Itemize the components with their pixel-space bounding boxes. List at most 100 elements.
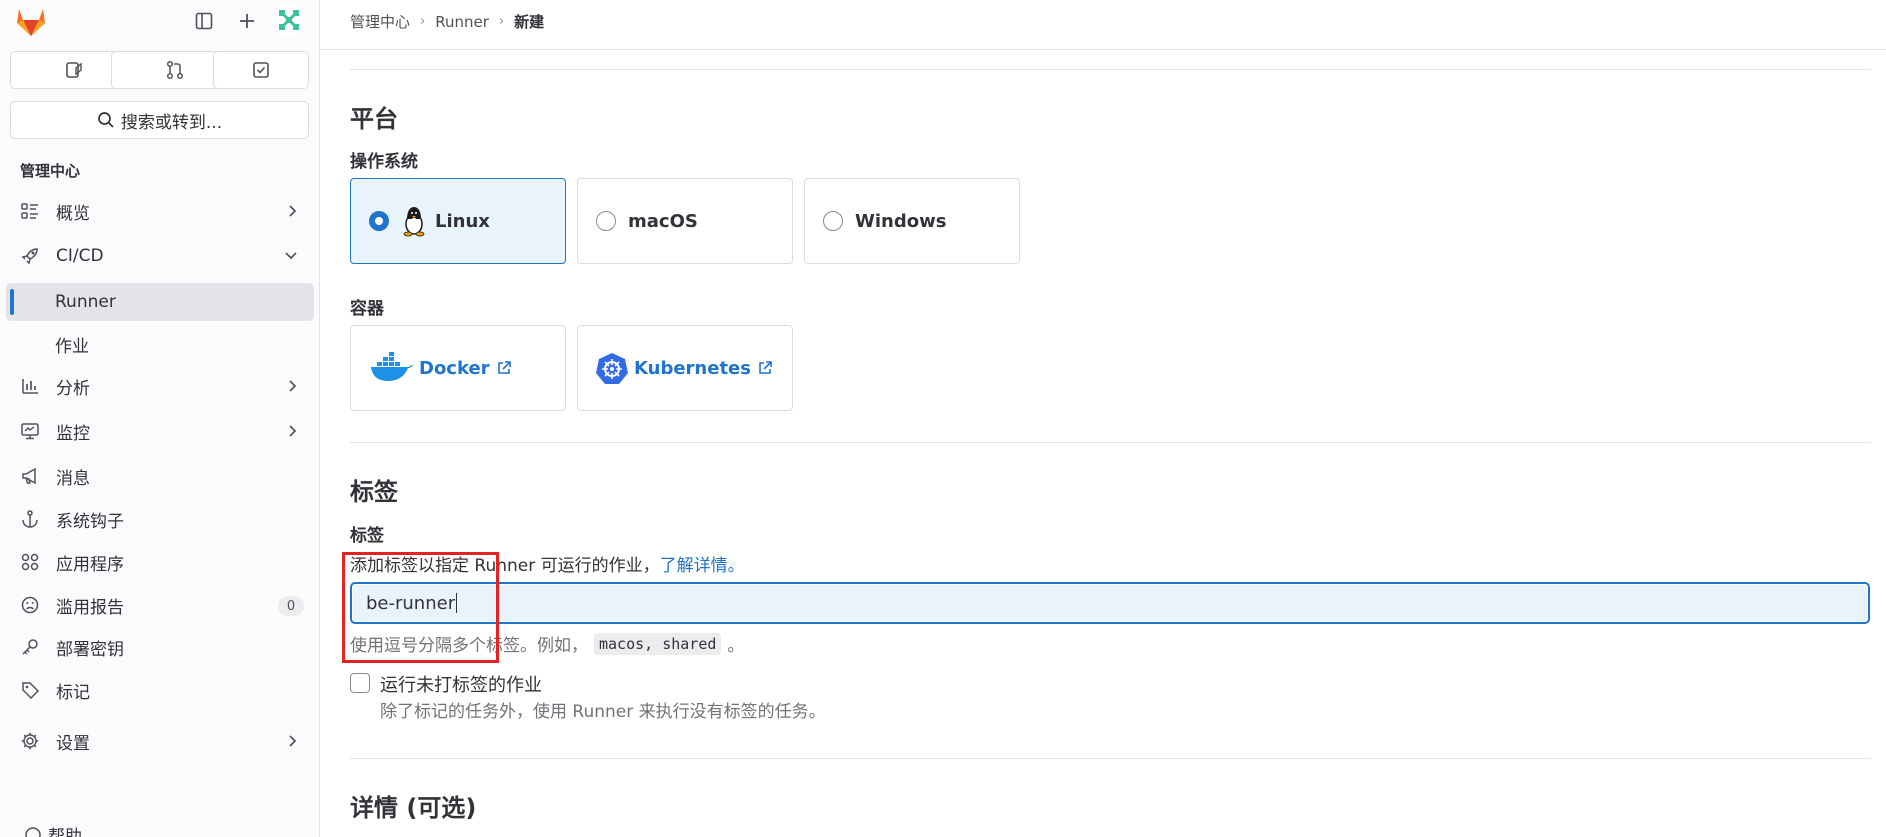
breadcrumb-admin[interactable]: 管理中心 xyxy=(350,11,410,32)
chevron-right-icon xyxy=(286,377,300,400)
divider xyxy=(350,69,1870,70)
os-option-windows[interactable]: Windows xyxy=(804,178,1020,264)
os-option-macos[interactable]: macOS xyxy=(577,178,793,264)
chevron-right-icon: › xyxy=(498,14,505,29)
os-label: 操作系统 xyxy=(350,152,418,172)
container-option-kubernetes[interactable]: Kubernetes xyxy=(577,325,793,411)
key-icon xyxy=(19,636,41,658)
count-badge: 0 xyxy=(278,596,304,616)
help-icon xyxy=(25,826,41,837)
container-option-docker[interactable]: Docker xyxy=(350,325,566,411)
sidebar-item-abuse-reports[interactable]: 滥用报告 0 xyxy=(6,586,314,624)
breadcrumb-runner[interactable]: Runner xyxy=(435,13,489,31)
anchor-icon xyxy=(19,508,41,530)
sidebar-item-label: 监控 xyxy=(56,423,90,444)
frown-icon xyxy=(19,594,41,616)
top-bar: 管理中心 › Runner › 新建 xyxy=(320,0,1886,50)
sidebar-item-jobs[interactable]: 作业 xyxy=(6,325,314,363)
plus-icon[interactable] xyxy=(234,8,260,34)
bullhorn-icon xyxy=(19,465,41,487)
sidebar-item-label: 部署密钥 xyxy=(56,639,124,660)
sidebar-item-labels[interactable]: 标记 xyxy=(6,671,314,709)
os-option-label: Linux xyxy=(435,210,490,232)
external-link-icon xyxy=(759,361,772,374)
radio-button[interactable] xyxy=(823,211,843,231)
sidebar-item-label: 应用程序 xyxy=(56,554,124,575)
tags-field-label: 标签 xyxy=(350,526,384,546)
divider xyxy=(350,758,1870,759)
sidebar-toggle-icon[interactable] xyxy=(191,8,217,34)
container-option-label: Kubernetes xyxy=(634,357,751,379)
platform-heading: 平台 xyxy=(350,105,398,133)
tags-hint-example: macos, shared xyxy=(594,632,722,655)
sidebar-item-label: 消息 xyxy=(56,468,90,489)
os-option-linux[interactable]: Linux xyxy=(350,178,566,264)
applications-icon xyxy=(19,551,41,573)
tags-input[interactable]: be-runner xyxy=(350,582,1870,624)
chevron-right-icon xyxy=(286,732,300,755)
details-heading: 详情 (可选) xyxy=(350,794,477,822)
chart-icon xyxy=(19,375,41,397)
chevron-right-icon xyxy=(286,202,300,225)
os-option-label: Windows xyxy=(855,210,947,232)
sidebar-item-label: CI/CD xyxy=(56,246,104,266)
label-icon xyxy=(19,679,41,701)
sidebar-item-overview[interactable]: 概览 xyxy=(6,192,314,230)
sidebar-item-applications[interactable]: 应用程序 xyxy=(6,543,314,581)
sidebar-item-label: 设置 xyxy=(56,733,90,754)
search-icon xyxy=(98,112,114,128)
chevron-right-icon xyxy=(286,422,300,445)
sidebar-item-system-hooks[interactable]: 系统钩子 xyxy=(6,500,314,538)
learn-more-link[interactable]: 了解详情。 xyxy=(660,556,745,576)
help-link[interactable]: 帮助 xyxy=(24,822,82,837)
kubernetes-link[interactable]: Kubernetes xyxy=(596,352,773,384)
sidebar-item-analytics[interactable]: 分析 xyxy=(6,367,314,405)
gitlab-logo-icon[interactable] xyxy=(13,3,49,39)
avatar[interactable] xyxy=(273,4,305,36)
annotation-highlight-box xyxy=(342,552,499,663)
docker-link[interactable]: Docker xyxy=(369,352,512,384)
sidebar-item-label: 作业 xyxy=(55,336,89,357)
help-label: 帮助 xyxy=(48,827,82,837)
chevron-right-icon: › xyxy=(420,14,426,29)
container-label: 容器 xyxy=(350,299,384,319)
sidebar-item-cicd[interactable]: CI/CD xyxy=(6,237,314,275)
docker-whale-icon xyxy=(371,352,413,381)
breadcrumb-current: 新建 xyxy=(514,13,545,31)
gear-icon xyxy=(19,730,41,752)
merge-request-icon xyxy=(166,60,184,80)
sidebar-item-settings[interactable]: 设置 xyxy=(6,722,314,760)
os-option-label: macOS xyxy=(628,210,698,232)
run-untagged-help: 除了标记的任务外，使用 Runner 来执行没有标签的任务。 xyxy=(380,702,826,722)
sidebar-item-deploy-keys[interactable]: 部署密钥 xyxy=(6,628,314,666)
linux-tux-icon xyxy=(403,207,425,237)
todo-button[interactable] xyxy=(213,51,309,89)
sidebar-section-title: 管理中心 xyxy=(20,162,81,180)
tags-heading: 标签 xyxy=(350,478,398,506)
sidebar-item-messages[interactable]: 消息 xyxy=(6,457,314,495)
overview-icon xyxy=(19,200,41,222)
radio-button[interactable] xyxy=(369,211,389,231)
breadcrumb: 管理中心 › Runner › 新建 xyxy=(350,11,544,32)
rocket-icon xyxy=(19,245,41,267)
run-untagged-label[interactable]: 运行未打标签的作业 xyxy=(380,671,542,697)
sidebar-item-monitoring[interactable]: 监控 xyxy=(6,412,314,450)
run-untagged-checkbox[interactable] xyxy=(350,673,370,693)
tags-hint-suffix: 。 xyxy=(727,636,745,656)
container-option-label: Docker xyxy=(419,357,490,379)
sidebar-item-label: 系统钩子 xyxy=(56,511,124,532)
monitor-icon xyxy=(19,420,41,442)
sidebar-item-label: Runner xyxy=(55,292,116,312)
issues-icon xyxy=(66,62,82,78)
divider xyxy=(350,442,1870,443)
chevron-down-icon xyxy=(282,247,300,270)
sidebar-item-label: 概览 xyxy=(56,203,90,224)
sidebar-item-label: 分析 xyxy=(56,378,90,399)
kubernetes-helm-icon xyxy=(596,353,628,384)
todo-icon xyxy=(253,62,269,78)
external-link-icon xyxy=(497,361,511,374)
search-button[interactable]: 搜索或转到... xyxy=(10,101,309,139)
sidebar-item-label: 标记 xyxy=(56,682,90,703)
sidebar-item-runner[interactable]: Runner xyxy=(6,283,314,321)
radio-button[interactable] xyxy=(596,211,616,231)
